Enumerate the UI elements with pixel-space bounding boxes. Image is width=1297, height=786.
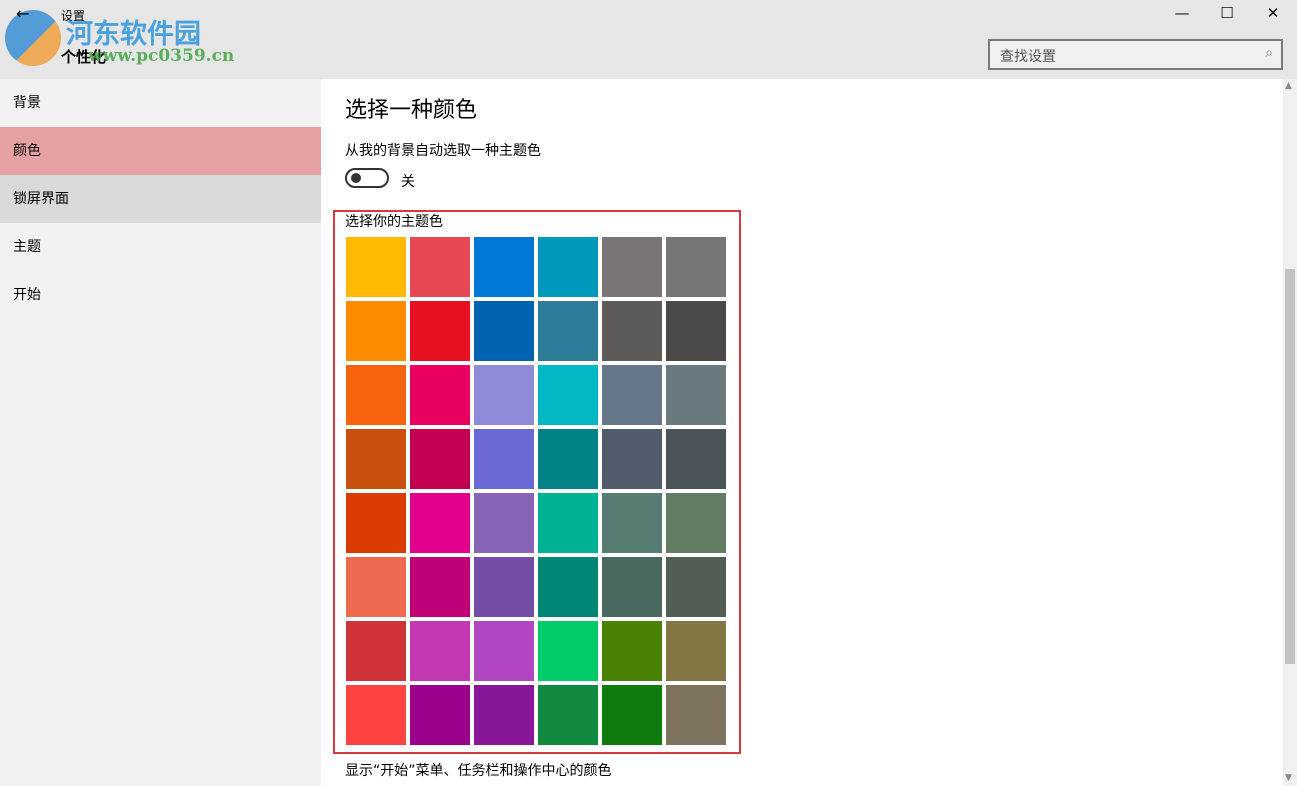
- color-swatch[interactable]: [666, 557, 726, 617]
- color-swatch[interactable]: [538, 557, 598, 617]
- color-swatch[interactable]: [474, 621, 534, 681]
- color-swatch[interactable]: [538, 365, 598, 425]
- minimize-button[interactable]: —: [1167, 4, 1197, 26]
- color-swatch[interactable]: [410, 685, 470, 745]
- watermark-logo: [5, 10, 61, 66]
- sidebar-item-themes[interactable]: 主题: [0, 223, 321, 271]
- color-swatch[interactable]: [602, 429, 662, 489]
- color-swatch[interactable]: [666, 237, 726, 297]
- color-swatch[interactable]: [538, 493, 598, 553]
- scrollbar[interactable]: ▲ ▼: [1283, 79, 1297, 786]
- sidebar-item-start[interactable]: 开始: [0, 271, 321, 319]
- color-swatch[interactable]: [410, 301, 470, 361]
- color-swatch[interactable]: [666, 429, 726, 489]
- back-button[interactable]: ←: [16, 4, 29, 23]
- color-swatch[interactable]: [602, 557, 662, 617]
- color-swatch[interactable]: [474, 301, 534, 361]
- color-swatch[interactable]: [346, 685, 406, 745]
- watermark-url: www.pc0359.cn: [88, 46, 234, 66]
- sidebar-item-lockscreen[interactable]: 锁屏界面: [0, 175, 321, 223]
- color-swatch[interactable]: [474, 493, 534, 553]
- title-bar: ← 设置 河东软件园 个性化 www.pc0359.cn — ☐ ✕ 查找设置 …: [0, 0, 1297, 79]
- color-swatch[interactable]: [666, 301, 726, 361]
- color-swatch[interactable]: [666, 621, 726, 681]
- color-swatch[interactable]: [538, 237, 598, 297]
- color-swatch[interactable]: [346, 621, 406, 681]
- color-swatch[interactable]: [410, 237, 470, 297]
- scroll-up-icon[interactable]: ▲: [1285, 81, 1292, 91]
- color-swatch[interactable]: [602, 365, 662, 425]
- maximize-button[interactable]: ☐: [1212, 4, 1242, 26]
- color-swatch[interactable]: [602, 493, 662, 553]
- section-heading: 选择一种颜色: [345, 92, 477, 124]
- color-swatch[interactable]: [346, 365, 406, 425]
- color-swatch[interactable]: [474, 557, 534, 617]
- color-swatch[interactable]: [410, 365, 470, 425]
- color-swatch[interactable]: [538, 621, 598, 681]
- show-color-label: 显示“开始”菜单、任务栏和操作中心的颜色: [345, 760, 612, 780]
- auto-color-label: 从我的背景自动选取一种主题色: [345, 140, 541, 160]
- color-swatch[interactable]: [410, 493, 470, 553]
- color-swatch[interactable]: [474, 237, 534, 297]
- scroll-down-icon[interactable]: ▼: [1285, 773, 1292, 783]
- accent-color-grid: [346, 237, 726, 745]
- color-swatch[interactable]: [410, 429, 470, 489]
- scroll-thumb[interactable]: [1285, 269, 1295, 664]
- color-swatch[interactable]: [602, 301, 662, 361]
- auto-color-toggle[interactable]: [345, 168, 389, 188]
- color-swatch[interactable]: [666, 685, 726, 745]
- sidebar: 背景 颜色 锁屏界面 主题 开始: [0, 79, 321, 786]
- color-swatch[interactable]: [346, 557, 406, 617]
- color-swatch[interactable]: [538, 685, 598, 745]
- color-swatch[interactable]: [602, 621, 662, 681]
- color-swatch[interactable]: [666, 493, 726, 553]
- color-swatch[interactable]: [474, 365, 534, 425]
- search-icon[interactable]: ⌕: [1265, 45, 1273, 61]
- color-swatch[interactable]: [346, 493, 406, 553]
- accent-label: 选择你的主题色: [345, 211, 443, 231]
- sidebar-item-colors[interactable]: 颜色: [0, 127, 321, 175]
- color-swatch[interactable]: [538, 429, 598, 489]
- toggle-knob: [351, 173, 361, 183]
- color-swatch[interactable]: [602, 685, 662, 745]
- color-swatch[interactable]: [346, 301, 406, 361]
- color-swatch[interactable]: [602, 237, 662, 297]
- color-swatch[interactable]: [474, 429, 534, 489]
- color-swatch[interactable]: [538, 301, 598, 361]
- toggle-state: 关: [401, 171, 415, 191]
- color-swatch[interactable]: [474, 685, 534, 745]
- color-swatch[interactable]: [346, 429, 406, 489]
- color-swatch[interactable]: [346, 237, 406, 297]
- color-swatch[interactable]: [410, 621, 470, 681]
- close-button[interactable]: ✕: [1258, 4, 1288, 26]
- sidebar-item-background[interactable]: 背景: [0, 79, 321, 127]
- search-placeholder: 查找设置: [1000, 46, 1056, 66]
- color-swatch[interactable]: [666, 365, 726, 425]
- color-swatch[interactable]: [410, 557, 470, 617]
- search-input[interactable]: 查找设置 ⌕: [988, 39, 1283, 70]
